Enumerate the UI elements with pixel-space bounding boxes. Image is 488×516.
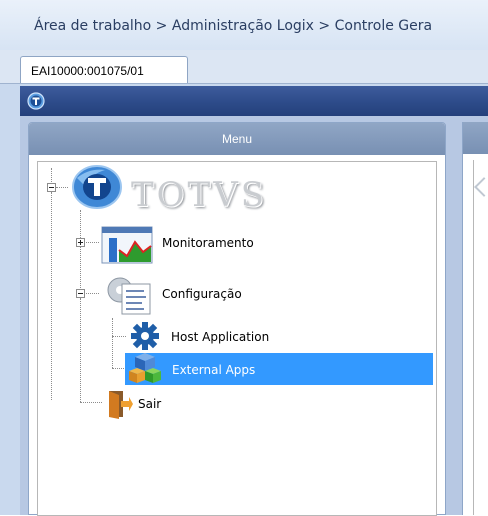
expand-monitoramento-icon[interactable]	[76, 238, 85, 247]
tree-line	[83, 293, 99, 294]
tab-label: EAI10000:001075/01	[31, 64, 144, 78]
tab-eai10000[interactable]: EAI10000:001075/01	[20, 56, 188, 83]
collapse-root-icon[interactable]	[47, 183, 56, 192]
breadcrumb-bar: Área de trabalho > Administração Logix >…	[0, 0, 488, 51]
tree-line	[51, 168, 52, 184]
right-panel-header	[463, 122, 488, 154]
tree-item-configuracao[interactable]: Configuração	[162, 287, 242, 301]
chart-icon	[101, 226, 153, 264]
tree-line	[51, 192, 52, 400]
settings-document-icon	[107, 277, 151, 315]
right-panel-body	[473, 160, 488, 515]
window-header	[20, 86, 488, 116]
tree-line	[112, 318, 113, 368]
tree-line	[80, 298, 81, 402]
tree-line	[56, 187, 68, 188]
right-panel	[462, 122, 488, 515]
cubes-icon	[129, 353, 161, 383]
tree-line	[112, 368, 126, 369]
tree-item-external-apps[interactable]: External Apps	[172, 363, 255, 377]
breadcrumb[interactable]: Área de trabalho > Administração Logix >…	[34, 18, 432, 34]
menu-header: Menu	[29, 123, 445, 155]
exit-door-icon	[109, 391, 133, 419]
gear-icon	[131, 322, 159, 350]
collapse-configuracao-icon[interactable]	[76, 289, 85, 298]
totvs-logo-text: TOTVS	[131, 175, 268, 215]
tree-item-host-application[interactable]: Host Application	[171, 330, 269, 344]
tab-strip: EAI10000:001075/01	[0, 50, 488, 84]
tree-line	[80, 210, 81, 238]
tree-line	[80, 247, 81, 288]
menu-title: Menu	[221, 132, 253, 146]
tree-line	[112, 336, 126, 337]
tree-line	[83, 242, 99, 243]
app-frame: Área de trabalho > Administração Logix >…	[0, 0, 488, 516]
tree-item-sair[interactable]: Sair	[138, 397, 161, 411]
totvs-globe-icon[interactable]	[71, 164, 123, 210]
totvs-logo-icon	[27, 92, 45, 110]
tree-item-monitoramento[interactable]: Monitoramento	[162, 236, 254, 250]
tree-line	[80, 402, 102, 403]
